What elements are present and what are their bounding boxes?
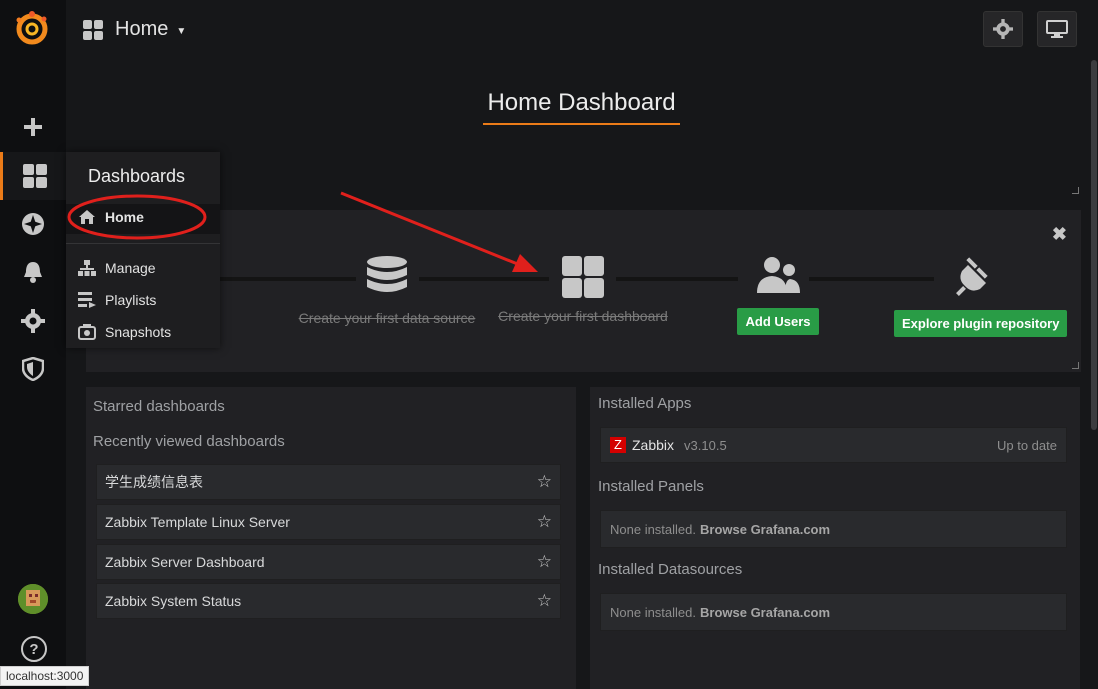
monitor-icon [1046,20,1068,38]
side-menu: ? [0,0,66,689]
snapshot-icon [78,324,96,340]
home-icon [79,210,95,224]
dashboard-picker[interactable]: Home ▼ [83,18,186,41]
dashboard-title: Home [115,18,169,40]
alerting-bell-icon[interactable] [0,248,66,296]
starred-dashboards-title: Starred dashboards [93,398,225,415]
resize-handle-icon[interactable] [1072,187,1079,194]
close-icon[interactable]: ✖ [1052,224,1067,245]
menu-item-label: Snapshots [105,324,172,340]
installed-apps-title: Installed Apps [598,395,692,412]
star-icon[interactable]: ☆ [537,552,552,572]
installed-panels-title: Installed Panels [598,478,704,495]
dashboards-icon[interactable] [0,152,66,200]
create-plus-icon[interactable] [0,103,66,151]
dashboards-dropdown-menu: Dashboards Home Manage Playlists Snapsho… [66,152,220,348]
menu-item-snapshots[interactable]: Snapshots [78,324,171,340]
scrollbar-thumb[interactable] [1091,60,1097,430]
caret-down-icon: ▼ [176,26,187,37]
panels-empty-row: None installed. Browse Grafana.com [600,510,1067,548]
menu-item-label: Home [105,209,144,225]
dropdown-divider [66,243,220,244]
dashboard-list-item[interactable]: Zabbix System Status ☆ [96,583,561,619]
recent-dashboards-title: Recently viewed dashboards [93,433,285,450]
dashboard-list-item[interactable]: Zabbix Server Dashboard ☆ [96,544,561,580]
users-icon [757,257,800,293]
menu-item-playlists[interactable]: Playlists [78,292,156,308]
server-admin-shield-icon[interactable] [0,345,66,393]
dashboard-list-item[interactable]: 学生成绩信息表 ☆ [96,464,561,500]
star-icon[interactable]: ☆ [537,512,552,532]
grafana-logo-icon[interactable] [13,10,51,51]
page-title: Home Dashboard [483,89,680,125]
none-installed-text: None installed. [610,521,696,537]
dashboard-grid-icon [562,256,604,298]
browse-grafana-link[interactable]: Browse Grafana.com [700,522,830,537]
zabbix-logo-icon: Z [610,437,626,453]
dashboard-link[interactable]: Zabbix System Status [105,593,241,609]
dashboard-grid-icon [83,19,103,40]
database-icon [367,256,407,292]
app-version: v3.10.5 [684,437,727,453]
menu-item-manage[interactable]: Manage [78,260,156,276]
user-avatar[interactable] [18,584,48,614]
resize-handle-icon[interactable] [1072,362,1079,369]
menu-item-label: Manage [105,260,156,276]
browse-grafana-link[interactable]: Browse Grafana.com [700,605,830,620]
step-plugins: Explore plugin repository [894,255,1068,337]
none-installed-text: None installed. [610,604,696,620]
view-mode-button[interactable] [1037,11,1077,47]
menu-item-home[interactable]: Home [78,209,144,225]
datasources-empty-row: None installed. Browse Grafana.com [600,593,1067,631]
top-navbar: Home ▼ [66,0,1098,60]
explore-compass-icon[interactable] [0,200,66,248]
app-status: Up to date [997,437,1057,453]
sitemap-icon [78,260,96,276]
explore-plugins-button[interactable]: Explore plugin repository [894,310,1068,337]
menu-item-label: Playlists [105,292,157,308]
scrollbar[interactable] [1090,60,1098,640]
star-icon[interactable]: ☆ [537,591,552,611]
dashboard-link[interactable]: 学生成绩信息表 [105,472,203,492]
dashboard-link[interactable]: Zabbix Server Dashboard [105,554,265,570]
dashboard-link[interactable]: Zabbix Template Linux Server [105,514,290,530]
dashboard-list-item[interactable]: Zabbix Template Linux Server ☆ [96,504,561,540]
getting-started-panel: ✖ na Create your first data source Creat… [86,210,1081,372]
step-data-source[interactable]: Create your first data source [296,255,478,326]
app-item-zabbix[interactable]: Z Zabbix v3.10.5 Up to date [600,427,1067,463]
configuration-gear-icon[interactable] [0,297,66,345]
dashboard-settings-button[interactable] [983,11,1023,47]
help-icon[interactable]: ? [21,636,47,662]
star-icon[interactable]: ☆ [537,472,552,492]
playlist-icon [78,292,96,308]
app-name[interactable]: Zabbix [632,437,674,453]
gear-icon [993,19,1013,39]
step-dashboard[interactable]: Create your first dashboard [496,255,670,324]
installed-datasources-title: Installed Datasources [598,561,743,578]
browser-status-url: localhost:3000 [0,666,90,686]
dropdown-header[interactable]: Dashboards [88,166,185,187]
plug-icon [956,257,988,296]
step-add-users: Add Users [736,255,820,335]
add-users-button[interactable]: Add Users [737,308,819,335]
